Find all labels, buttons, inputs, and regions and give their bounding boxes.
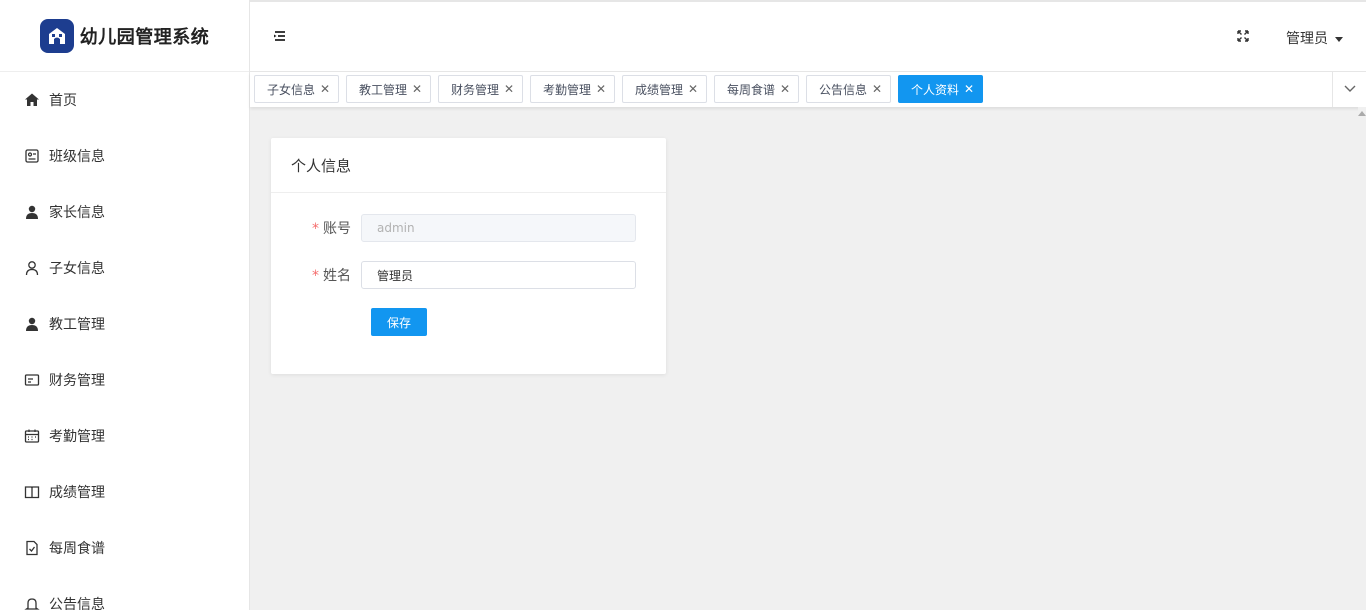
save-button[interactable]: 保存 — [371, 308, 427, 336]
document-check-icon — [24, 540, 40, 556]
tag-label: 公告信息 — [819, 82, 868, 97]
close-icon[interactable]: ✕ — [688, 82, 698, 96]
name-label-text: 姓名 — [323, 268, 351, 284]
tag-profile[interactable]: 个人资料 ✕ — [898, 75, 984, 103]
close-icon[interactable]: ✕ — [596, 82, 606, 96]
close-icon[interactable]: ✕ — [780, 82, 790, 96]
sidebar-item-label: 公告信息 — [49, 597, 105, 610]
tags-more-button[interactable] — [1332, 72, 1366, 107]
close-icon[interactable]: ✕ — [504, 82, 514, 96]
close-icon[interactable]: ✕ — [964, 82, 974, 96]
required-mark: * — [312, 221, 319, 237]
caret-down-icon — [1335, 36, 1343, 42]
tags-bar: 子女信息 ✕ 教工管理 ✕ 财务管理 ✕ 考勤管理 ✕ 成绩管理 ✕ 每周食谱 … — [250, 72, 1366, 107]
user-dropdown[interactable]: 管理员 — [1286, 28, 1343, 48]
calendar-icon — [24, 428, 40, 444]
tag-label: 每周食谱 — [727, 82, 776, 97]
close-icon[interactable]: ✕ — [872, 82, 882, 96]
finance-icon — [24, 372, 40, 388]
sidebar-item-attendance[interactable]: 考勤管理 — [0, 408, 249, 464]
tag-label: 考勤管理 — [543, 82, 592, 97]
class-info-icon — [24, 148, 40, 164]
sidebar-item-children-info[interactable]: 子女信息 — [0, 240, 249, 296]
account-label: * 账号 — [271, 218, 361, 238]
account-label-text: 账号 — [323, 221, 351, 237]
scroll-up-icon[interactable] — [1358, 111, 1366, 116]
sidebar-item-label: 考勤管理 — [49, 429, 105, 445]
sidebar: 幼儿园管理系统 首页 班级信息 家长信息 子女信息 教工管理 财务管理 考勤管理… — [0, 0, 250, 610]
home-icon — [24, 92, 40, 108]
sidebar-item-staff[interactable]: 教工管理 — [0, 296, 249, 352]
sidebar-item-label: 成绩管理 — [49, 485, 105, 501]
sidebar-item-finance[interactable]: 财务管理 — [0, 352, 249, 408]
logo[interactable]: 幼儿园管理系统 — [0, 0, 249, 72]
tag-announcements[interactable]: 公告信息 ✕ — [806, 75, 892, 103]
user-outline-icon — [24, 260, 40, 276]
sidebar-item-label: 每周食谱 — [49, 541, 105, 557]
sidebar-item-weekly-menu[interactable]: 每周食谱 — [0, 520, 249, 576]
tag-finance[interactable]: 财务管理 ✕ — [438, 75, 524, 103]
kindergarten-logo-icon — [39, 18, 74, 53]
user-name: 管理员 — [1286, 31, 1328, 47]
sidebar-item-label: 家长信息 — [49, 205, 105, 221]
user-filled-icon — [24, 204, 40, 220]
sidebar-item-label: 班级信息 — [49, 149, 105, 165]
menu-fold-icon[interactable] — [272, 28, 288, 44]
tag-attendance[interactable]: 考勤管理 ✕ — [530, 75, 616, 103]
account-row: * 账号 — [271, 214, 636, 242]
tag-label: 子女信息 — [267, 82, 316, 97]
top-header: 管理员 — [250, 0, 1366, 72]
tag-staff[interactable]: 教工管理 ✕ — [346, 75, 432, 103]
tag-children-info[interactable]: 子女信息 ✕ — [254, 75, 340, 103]
name-input[interactable] — [361, 261, 636, 289]
tag-grades[interactable]: 成绩管理 ✕ — [622, 75, 708, 103]
tag-label: 财务管理 — [451, 82, 500, 97]
sidebar-item-label: 子女信息 — [49, 261, 105, 277]
tag-label: 个人资料 — [911, 82, 960, 97]
sidebar-item-parent-info[interactable]: 家长信息 — [0, 184, 249, 240]
close-icon[interactable]: ✕ — [320, 82, 330, 96]
sidebar-item-label: 首页 — [49, 93, 77, 109]
sidebar-item-home[interactable]: 首页 — [0, 72, 249, 128]
tag-label: 教工管理 — [359, 82, 408, 97]
user-filled-icon — [24, 316, 40, 332]
profile-card: 个人信息 *账号 *姓名 保存 — [271, 138, 666, 374]
sidebar-item-label: 财务管理 — [49, 373, 105, 389]
fullscreen-icon[interactable] — [1236, 29, 1250, 43]
card-title: 个人信息 — [271, 138, 666, 193]
sidebar-item-label: 教工管理 — [49, 317, 105, 333]
bell-icon — [24, 596, 40, 610]
sidebar-item-class-info[interactable]: 班级信息 — [0, 128, 249, 184]
sidebar-item-grades[interactable]: 成绩管理 — [0, 464, 249, 520]
tag-label: 成绩管理 — [635, 82, 684, 97]
sidebar-item-announcements[interactable]: 公告信息 — [0, 576, 249, 610]
required-mark: * — [312, 268, 319, 284]
name-row: * 姓名 — [271, 261, 636, 289]
app-title: 幼儿园管理系统 — [79, 26, 210, 48]
book-icon — [24, 484, 40, 500]
tag-weekly-menu[interactable]: 每周食谱 ✕ — [714, 75, 800, 103]
name-label: * 姓名 — [271, 265, 361, 285]
close-icon[interactable]: ✕ — [412, 82, 422, 96]
chevron-down-icon — [1343, 81, 1357, 99]
account-input — [361, 214, 636, 242]
page-scrollbar[interactable] — [1358, 107, 1366, 610]
